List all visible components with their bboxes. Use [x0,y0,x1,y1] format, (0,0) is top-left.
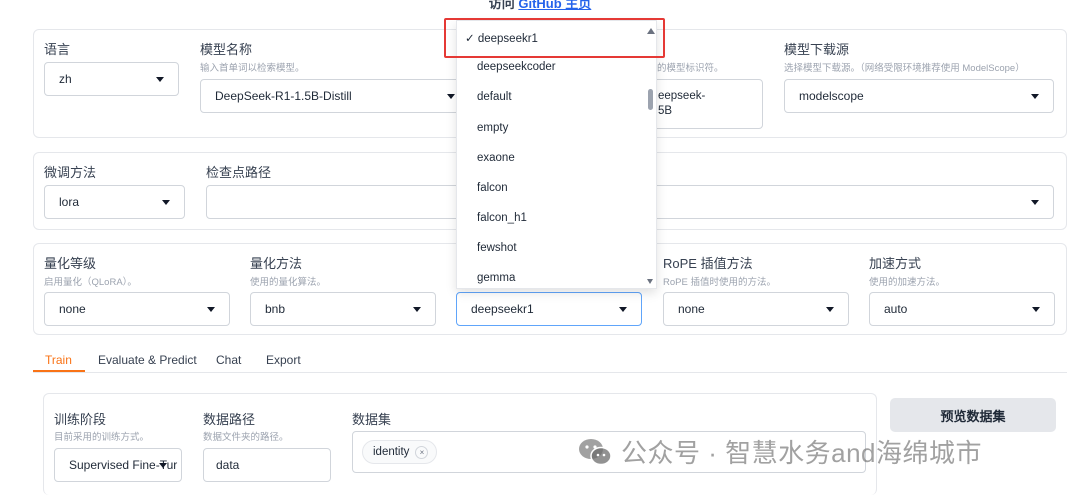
checkpoint-label: 检查点路径 [206,165,272,180]
quant-method-label: 量化方法 [250,256,303,271]
tab-evaluate-predict[interactable]: Evaluate & Predict [98,353,197,367]
quant-method-hint: 使用的量化算法。 [250,277,327,288]
model-source-value: modelscope [799,89,864,103]
chevron-down-icon [1032,307,1040,312]
booster-select[interactable]: auto [869,292,1055,326]
chevron-down-icon [162,200,170,205]
active-tab-indicator [33,370,85,372]
dataset-dir-value: data [216,458,240,472]
model-name-select[interactable]: DeepSeek-R1-1.5B-Distill [200,79,470,113]
dropdown-option[interactable]: default [477,91,512,103]
dataset-dir-label: 数据路径 [203,412,256,427]
tab-train[interactable]: Train [45,353,72,367]
tab-chat[interactable]: Chat [216,353,241,367]
rope-select[interactable]: none [663,292,849,326]
preview-dataset-button[interactable]: 预览数据集 [890,398,1056,432]
model-path-hint: 的模型标识符。 [657,63,724,74]
chevron-down-icon [413,307,421,312]
booster-value: auto [884,302,908,316]
chevron-down-icon [826,307,834,312]
rope-label: RoPE 插值方法 [663,256,753,271]
watermark-text: 公众号 · 智慧水务and海绵城市 [621,438,982,468]
quant-bit-hint: 启用量化（QLoRA）。 [44,277,137,288]
remove-chip-icon[interactable]: × [415,445,429,459]
dataset-dir-input[interactable]: data [203,448,331,482]
rope-hint: RoPE 插值时使用的方法。 [663,277,776,288]
dropdown-option[interactable]: exaone [477,152,515,164]
booster-hint: 使用的加速方法。 [869,277,946,288]
watermark: 公众号 · 智慧水务and海绵城市 [577,433,982,470]
tab-export[interactable]: Export [266,353,301,367]
chevron-down-icon [156,77,164,82]
dropdown-option[interactable]: falcon [477,182,508,194]
github-link-prefix: 访问 [488,0,515,11]
dropdown-scrollbar[interactable] [648,89,653,110]
stage-label: 训练阶段 [54,412,107,427]
dropdown-option[interactable]: empty [477,122,508,134]
language-value: zh [59,72,72,86]
template-select[interactable]: deepseekr1 [456,292,642,326]
dropdown-option[interactable]: falcon_h1 [477,212,527,224]
dropdown-option[interactable]: deepseekcoder [477,61,556,73]
model-source-select[interactable]: modelscope [784,79,1054,113]
dropdown-option[interactable]: fewshot [477,242,517,254]
language-label: 语言 [44,42,71,57]
model-path-input[interactable]: eepseek- 5B [640,79,763,129]
template-value: deepseekr1 [471,302,534,316]
scroll-down-icon[interactable] [647,279,653,284]
model-path-line2: 5B [658,105,673,117]
chevron-down-icon [619,307,627,312]
dataset-label: 数据集 [352,412,392,427]
model-name-label: 模型名称 [200,42,253,57]
tab-bar: Train Evaluate & Predict Chat Export [33,346,1067,373]
booster-label: 加速方式 [869,256,922,271]
quant-bit-value: none [59,302,86,316]
rope-value: none [678,302,705,316]
dataset-chip: identity × [362,440,438,464]
dataset-dir-hint: 数据文件夹的路径。 [203,432,289,443]
chevron-down-icon [447,94,455,99]
stage-hint: 目前采用的训练方式。 [54,432,150,443]
model-name-hint: 输入首单词以检索模型。 [200,63,305,74]
quant-method-select[interactable]: bnb [250,292,436,326]
model-path-line1: eepseek- [658,90,706,102]
finetune-select[interactable]: lora [44,185,185,219]
model-source-hint: 选择模型下载源。（网络受限环境推荐使用 ModelScope） [784,63,1025,74]
selected-option-highlight [444,18,665,58]
wechat-icon [579,438,612,465]
language-select[interactable]: zh [44,62,179,96]
dataset-chip-label: identity [373,446,410,458]
chevron-down-icon [1031,200,1039,205]
template-dropdown-menu: ✓ deepseekr1 deepseekcoder default empty… [456,20,657,289]
model-name-value: DeepSeek-R1-1.5B-Distill [215,89,352,103]
finetune-label: 微调方法 [44,165,97,180]
chevron-down-icon [1031,94,1039,99]
dropdown-option[interactable]: gemma [477,272,515,284]
stage-select[interactable]: Supervised Fine-Tur [54,448,182,482]
chevron-down-icon [207,307,215,312]
model-source-label: 模型下载源 [784,42,850,57]
github-link[interactable]: GitHub 主页 [518,0,591,11]
quant-bit-select[interactable]: none [44,292,230,326]
quant-bit-label: 量化等级 [44,256,97,271]
quant-method-value: bnb [265,302,286,316]
github-link-row: 访问 GitHub 主页 [0,0,1080,12]
finetune-value: lora [59,195,80,209]
chevron-down-icon [159,463,167,468]
